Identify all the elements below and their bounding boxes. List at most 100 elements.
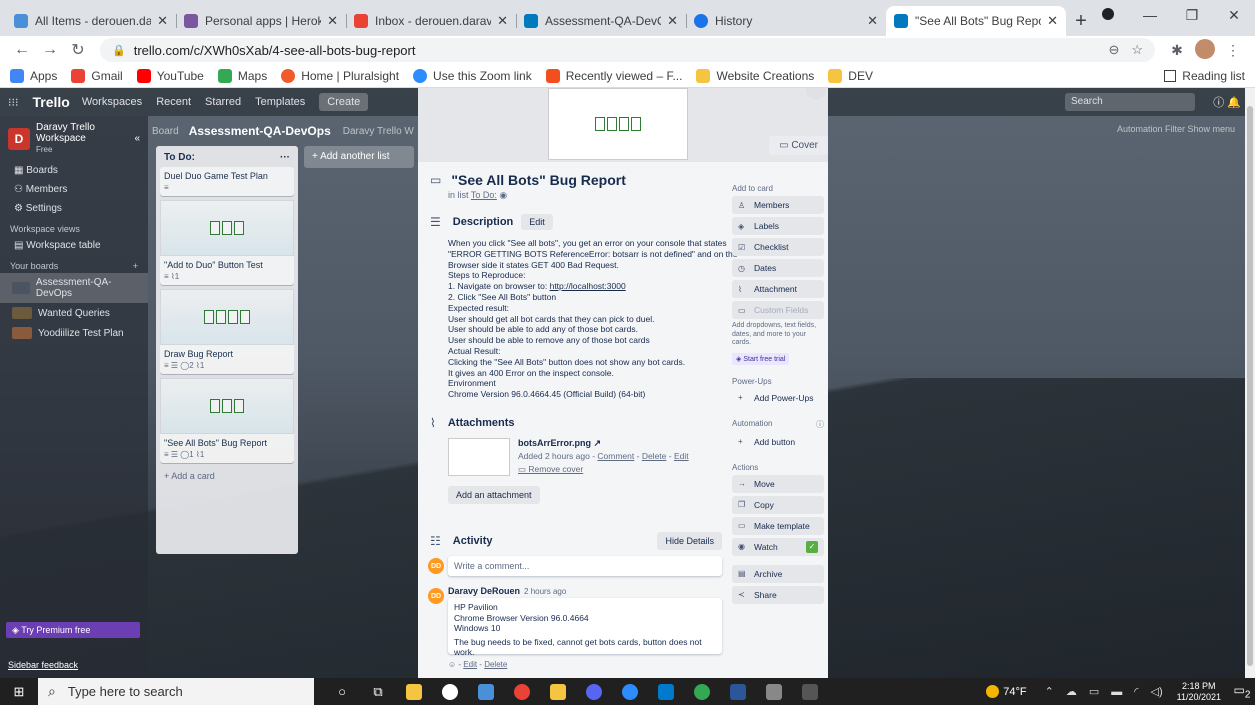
list-card[interactable]: Duel Duo Game Test Plan ≡: [160, 167, 294, 196]
comment-time[interactable]: 2 hours ago: [524, 587, 566, 596]
chrome-icon[interactable]: [504, 678, 540, 705]
back-icon[interactable]: ←: [8, 41, 36, 59]
board-menu[interactable]: Automation Filter Show menu: [1117, 124, 1235, 134]
attachment-delete-link[interactable]: Delete: [642, 451, 667, 461]
bookmark-maps[interactable]: Maps: [217, 68, 267, 83]
start-trial-button[interactable]: ◈ Start free trial: [732, 352, 790, 365]
bookmark-folder[interactable]: DEV: [828, 68, 873, 83]
add-board-icon[interactable]: +: [133, 261, 138, 271]
windows-start-icon[interactable]: ⊞: [0, 684, 38, 700]
list-card[interactable]: Draw Bug Report ≡ ☰ ◯2 ⌇1: [160, 289, 294, 374]
board-view-switcher[interactable]: Board: [152, 126, 179, 137]
add-button-button[interactable]: + Add button: [732, 433, 824, 451]
bookmark-zoom[interactable]: Use this Zoom link: [413, 68, 532, 83]
close-tab-icon[interactable]: ✕: [497, 13, 508, 29]
add-card-button[interactable]: + Add a card: [160, 467, 294, 485]
add-list-button[interactable]: + Add another list: [304, 146, 414, 168]
comment-delete-link[interactable]: Delete: [484, 660, 507, 669]
add-power-ups-button[interactable]: + Add Power-Ups: [732, 389, 824, 407]
nav-recent[interactable]: Recent: [156, 96, 191, 108]
clock[interactable]: 2:18 PM 11/20/2021: [1177, 681, 1221, 703]
attachment-thumbnail[interactable]: [448, 438, 510, 476]
move-button[interactable]: → Move: [732, 474, 824, 493]
sidebar-board[interactable]: Assessment-QA-DevOps: [0, 273, 148, 303]
comment-edit-link[interactable]: Edit: [463, 660, 477, 669]
discord-icon[interactable]: [576, 678, 612, 705]
browser-tab[interactable]: History ✕: [686, 6, 886, 36]
sidebar-item-members[interactable]: ⚇ Members: [0, 180, 148, 199]
browser-tab-active[interactable]: "See All Bots" Bug Report o✕: [886, 6, 1066, 36]
star-icon[interactable]: ☆: [1131, 42, 1143, 58]
word-icon[interactable]: [720, 678, 756, 705]
cortana-icon[interactable]: ○: [324, 678, 360, 705]
board-workspace[interactable]: Daravy Trello W: [343, 126, 414, 137]
list-card[interactable]: "See All Bots" Bug Report ≡ ☰ ◯1 ⌇1: [160, 378, 294, 463]
collapse-sidebar-icon[interactable]: «: [134, 133, 140, 144]
board-name[interactable]: Assessment-QA-DevOps: [189, 124, 331, 138]
sidebar-board[interactable]: Wanted Queries: [0, 303, 148, 323]
avatar[interactable]: DD: [428, 588, 444, 604]
profile-avatar[interactable]: [1191, 38, 1219, 62]
close-icon[interactable]: [806, 88, 826, 100]
close-tab-icon[interactable]: ✕: [667, 13, 678, 29]
forward-icon[interactable]: →: [36, 41, 64, 59]
reading-list[interactable]: Reading list: [1164, 69, 1245, 83]
maximize-icon[interactable]: ❐: [1171, 7, 1213, 24]
labels-button[interactable]: ◈ Labels: [732, 217, 824, 235]
app-icon[interactable]: [432, 678, 468, 705]
temperature[interactable]: 74°F: [1003, 686, 1026, 698]
bookmark-apps[interactable]: Apps: [10, 68, 57, 83]
checklist-button[interactable]: ☑ Checklist: [732, 238, 824, 256]
browser-tab[interactable]: Inbox - derouen.daravy@gr✕: [346, 6, 516, 36]
workspace-header[interactable]: D Daravy Trello Workspace Free «: [0, 116, 148, 161]
weather-icon[interactable]: [986, 685, 1000, 698]
profile-icon[interactable]: [1087, 7, 1129, 23]
watch-button[interactable]: ◉ Watch ✓: [732, 537, 824, 556]
list-link[interactable]: To Do:: [471, 190, 497, 200]
notifications-icon[interactable]: ▭2: [1229, 683, 1255, 700]
bookmark-figma[interactable]: Recently viewed – F...: [545, 68, 682, 83]
sidebar-item-workspace-table[interactable]: ▤ Workspace table: [0, 236, 148, 255]
members-button[interactable]: ♙ Members: [732, 196, 824, 214]
taskbar-search[interactable]: ⌕ Type here to search: [38, 678, 314, 705]
lock-icon[interactable]: 🔒: [112, 44, 126, 57]
sidebar-item-settings[interactable]: ⚙ Settings: [0, 199, 148, 218]
emoji-icon[interactable]: ☺: [448, 660, 456, 669]
sidebar-feedback-link[interactable]: Sidebar feedback: [8, 660, 78, 670]
sticky-notes-icon[interactable]: [540, 678, 576, 705]
custom-fields-button[interactable]: ▭ Custom Fields: [732, 301, 824, 319]
battery-icon[interactable]: ▬: [1111, 686, 1122, 698]
menu-icon[interactable]: ⋮: [1219, 42, 1247, 59]
chrome-icon[interactable]: [684, 678, 720, 705]
description-text[interactable]: When you click "See all bots", you get a…: [448, 238, 748, 400]
minimize-icon[interactable]: —: [1129, 7, 1171, 23]
remove-cover-link[interactable]: ▭ Remove cover: [518, 464, 583, 475]
calculator-icon[interactable]: [792, 678, 828, 705]
cloud-icon[interactable]: ☁: [1066, 685, 1077, 698]
task-view-icon[interactable]: ⧉: [360, 678, 396, 705]
calendar-icon[interactable]: [468, 678, 504, 705]
external-link-icon[interactable]: ↗: [594, 438, 602, 448]
attachment-comment-link[interactable]: Comment: [597, 451, 634, 461]
attachment-name[interactable]: botsArrError.png: [518, 438, 591, 448]
bookmark-folder[interactable]: Website Creations: [696, 68, 814, 83]
chevron-up-icon[interactable]: ⌃: [1045, 685, 1054, 698]
sidebar-item-boards[interactable]: ▦ Boards: [0, 161, 148, 180]
list-card[interactable]: "Add to Duo" Button Test ≡ ⌇1: [160, 200, 294, 285]
try-premium-button[interactable]: ◈ Try Premium free: [6, 622, 140, 638]
bookmark-pluralsight[interactable]: Home | Pluralsight: [281, 68, 399, 83]
app-icon[interactable]: [756, 678, 792, 705]
close-tab-icon[interactable]: ✕: [1047, 13, 1058, 29]
create-button[interactable]: Create: [319, 93, 369, 111]
edit-description-button[interactable]: Edit: [521, 214, 553, 230]
browser-tab[interactable]: Personal apps | Heroku ✕: [176, 6, 346, 36]
apps-switcher-icon[interactable]: ⁝⁝⁝: [8, 96, 19, 109]
browser-tab[interactable]: Assessment-QA-DevOps - (✕: [516, 6, 686, 36]
sidebar-board[interactable]: Yoodiilize Test Plan: [0, 323, 148, 343]
browser-tab[interactable]: All Items - derouen.daravy -✕: [6, 6, 176, 36]
copy-button[interactable]: ❐ Copy: [732, 495, 824, 514]
bookmark-gmail[interactable]: Gmail: [71, 68, 123, 83]
share-button[interactable]: ≺ Share: [732, 585, 824, 604]
archive-button[interactable]: ▤ Archive: [732, 564, 824, 583]
extensions-icon[interactable]: ✱: [1163, 42, 1191, 59]
